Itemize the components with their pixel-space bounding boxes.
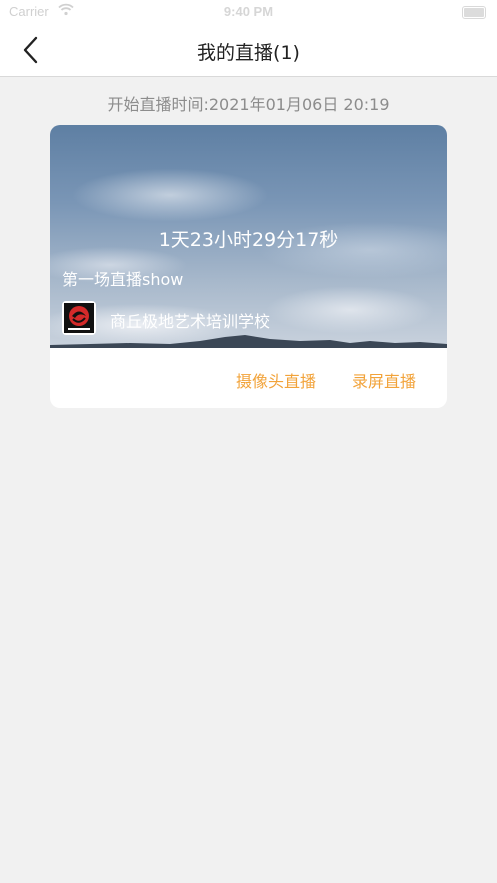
live-start-time: 开始直播时间:2021年01月06日 20:19 (107, 95, 390, 114)
navigation-bar: 我的直播(1) (0, 24, 497, 77)
hills-silhouette (50, 335, 447, 348)
battery-icon (462, 6, 486, 19)
status-time: 9:40 PM (223, 4, 274, 19)
countdown-timer: 1天23小时29分17秒 (158, 229, 339, 251)
school-logo (62, 301, 96, 335)
live-title: 第一场直播show (62, 270, 184, 289)
live-actions: 摄像头直播 录屏直播 (50, 348, 447, 408)
page-title: 我的直播(1) (197, 42, 300, 64)
live-cover-image: 1天23小时29分17秒 第一场直播show 商丘极地艺术培训学校 (50, 125, 447, 348)
camera-live-button[interactable]: 摄像头直播 (236, 368, 316, 392)
screen-record-live-button[interactable]: 录屏直播 (352, 368, 416, 392)
school-name: 商丘极地艺术培训学校 (110, 312, 271, 331)
status-bar: Carrier 9:40 PM (0, 0, 497, 24)
live-card[interactable]: 1天23小时29分17秒 第一场直播show 商丘极地艺术培训学校 摄像头直播 … (50, 125, 447, 408)
